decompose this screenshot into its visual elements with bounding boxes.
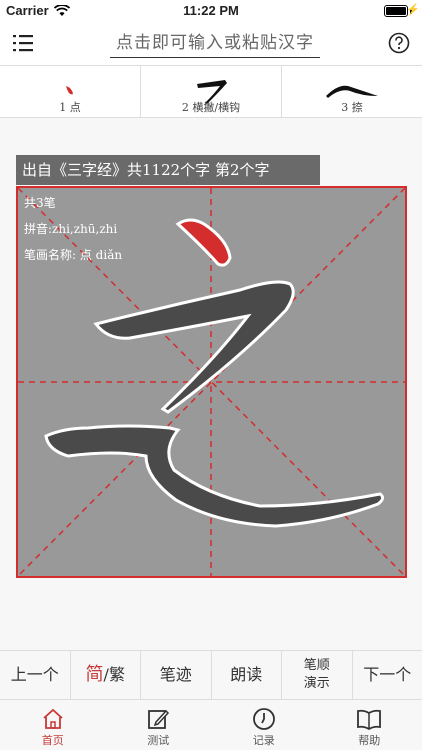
next-button[interactable]: 下一个 xyxy=(353,651,422,699)
trace-button[interactable]: 笔迹 xyxy=(141,651,212,699)
stroke-tabs: 1 点 2 横撇/横钩 3 捺 xyxy=(0,66,422,118)
source-banner: 出自《三字经》共1122个字 第2个字 xyxy=(16,155,320,185)
read-aloud-button[interactable]: 朗读 xyxy=(212,651,282,699)
tab-home-label: 首页 xyxy=(41,734,64,747)
home-icon xyxy=(43,708,63,729)
status-bar: Carrier 11:22 PM ⚡ xyxy=(0,0,422,22)
list-menu-icon[interactable] xyxy=(12,32,34,54)
charging-icon: ⚡ xyxy=(406,4,420,16)
tab-records-label: 记录 xyxy=(252,734,275,747)
stroke-tab-label: 2 横撇/横钩 xyxy=(181,101,241,114)
trad-label: 繁 xyxy=(108,665,125,684)
battery-icon xyxy=(384,5,408,17)
character-info: 共3笔 拼音:zhi,zhū,zhi 笔画名称: 点 diǎn xyxy=(24,192,122,270)
edit-icon xyxy=(148,709,170,729)
stroke-tab-label: 3 捺 xyxy=(341,101,363,114)
tab-help-label: 帮助 xyxy=(358,734,381,747)
stroke-tab-na[interactable]: 3 捺 xyxy=(282,66,422,117)
stroke-count: 共3笔 xyxy=(24,196,56,210)
tab-bar: 首页 测试 记录 帮助 xyxy=(0,701,422,750)
stroke-hengpie xyxy=(93,280,295,414)
tab-records[interactable]: 记录 xyxy=(211,701,317,750)
character-grid[interactable]: 共3笔 拼音:zhi,zhū,zhi 笔画名称: 点 diǎn xyxy=(16,186,407,578)
pinyin: 拼音:zhi,zhū,zhi xyxy=(24,222,118,236)
book-icon xyxy=(357,709,382,731)
tab-test[interactable]: 测试 xyxy=(106,701,212,750)
stroke-name: 笔画名称: 点 diǎn xyxy=(24,248,123,262)
stroke-tab-hengpie[interactable]: 2 横撇/横钩 xyxy=(141,66,282,117)
simp-label: 简 xyxy=(85,664,104,685)
stroke-tab-label: 1 点 xyxy=(59,101,81,114)
stroke-order-demo-label-1: 笔顺 xyxy=(303,658,330,673)
stroke-order-demo-button[interactable]: 笔顺 演示 xyxy=(282,651,353,699)
tab-test-label: 测试 xyxy=(147,734,170,747)
tab-home[interactable]: 首页 xyxy=(0,701,106,750)
action-toolbar: 上一个 简 / 繁 笔迹 朗读 笔顺 演示 下一个 xyxy=(0,650,422,700)
search-input[interactable]: 点击即可输入或粘贴汉字 xyxy=(110,28,320,58)
prev-button[interactable]: 上一个 xyxy=(0,651,71,699)
clock: 11:22 PM xyxy=(183,3,239,18)
stroke-na xyxy=(44,424,385,528)
stroke-tab-dot[interactable]: 1 点 xyxy=(0,66,141,117)
simp-trad-toggle[interactable]: 简 / 繁 xyxy=(71,651,141,699)
nav-bar: 点击即可输入或粘贴汉字 xyxy=(0,22,422,66)
help-icon[interactable] xyxy=(388,32,410,54)
clock-icon xyxy=(252,708,275,730)
stroke-order-demo-label-2: 演示 xyxy=(303,676,330,691)
stroke-dot xyxy=(175,218,232,267)
tab-help[interactable]: 帮助 xyxy=(317,701,422,750)
